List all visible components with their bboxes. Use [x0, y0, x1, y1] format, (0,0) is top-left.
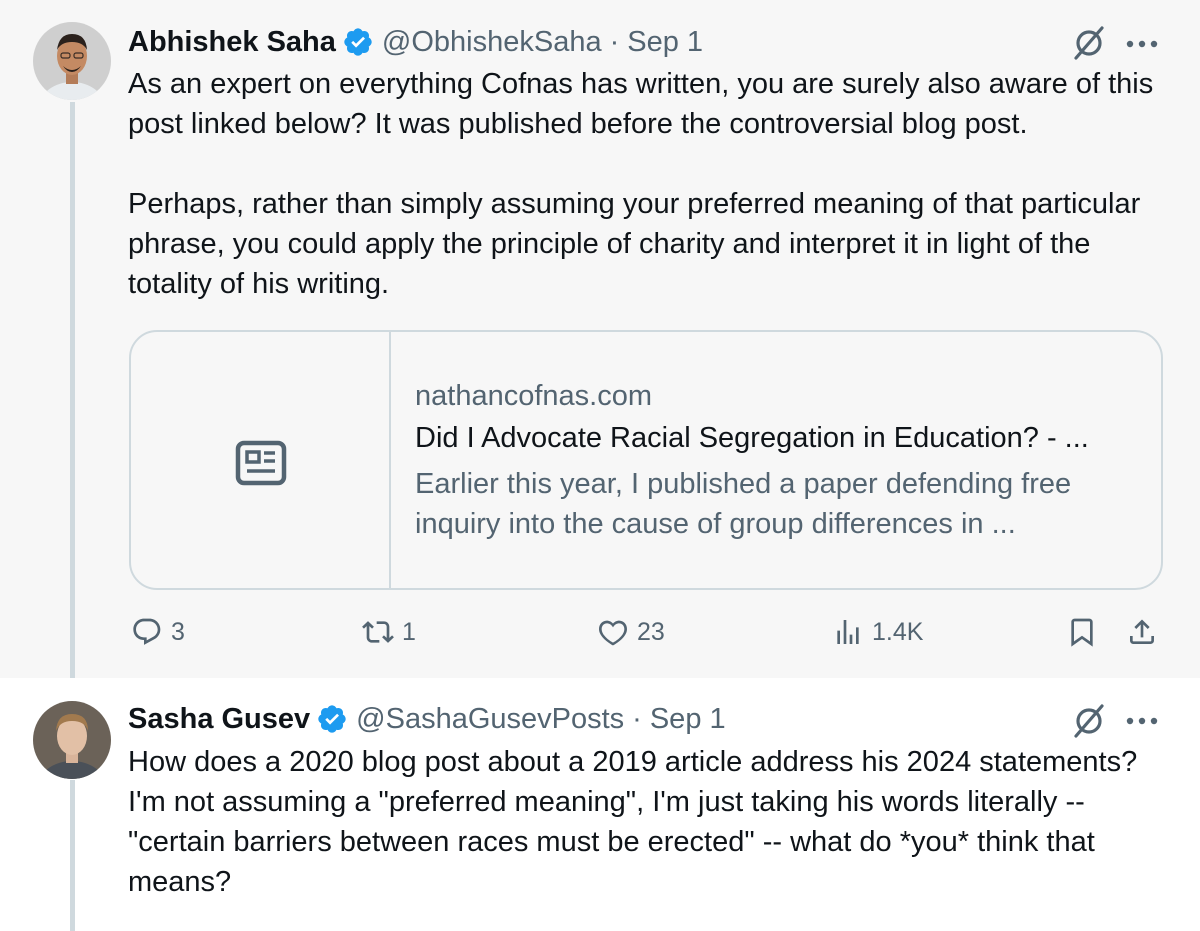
author-handle[interactable]: @ObhishekSaha — [382, 26, 602, 59]
tweet-paragraph: Perhaps, rather than simply assuming you… — [128, 188, 1141, 300]
link-card-thumbnail — [131, 332, 391, 588]
link-preview-card[interactable]: nathancofnas.com Did I Advocate Racial S… — [129, 330, 1163, 590]
separator-dot: · — [609, 25, 620, 58]
tweet-text: As an expert on everything Cofnas has wr… — [128, 64, 1178, 304]
reply-count: 3 — [171, 617, 185, 646]
link-card-title: Did I Advocate Racial Segregation in Edu… — [415, 422, 1089, 454]
repost-icon — [362, 621, 394, 643]
author-name[interactable]: Sasha Gusev — [128, 703, 310, 736]
grok-icon[interactable] — [1070, 702, 1108, 740]
like-button[interactable]: 23 — [597, 616, 665, 648]
repost-count: 1 — [402, 617, 416, 646]
share-icon — [1130, 619, 1154, 644]
bookmark-button[interactable] — [1066, 616, 1098, 648]
link-card-description: Earlier this year, I published a paper d… — [415, 468, 1072, 540]
bookmark-icon — [1071, 618, 1093, 647]
author-name[interactable]: Abhishek Saha — [128, 26, 336, 59]
tweet-actions: 3 1 23 1.4K — [0, 612, 1200, 656]
tweet-paragraph: As an expert on everything Cofnas has wr… — [128, 68, 1154, 140]
tweet-header: Abhishek Saha @ObhishekSaha · Sep 1 — [128, 22, 703, 62]
separator-dot: · — [632, 702, 642, 735]
avatar-abhishek-saha[interactable] — [33, 22, 111, 100]
repost-button[interactable]: 1 — [362, 616, 416, 648]
link-card-domain: nathancofnas.com — [415, 380, 652, 412]
article-icon — [235, 440, 287, 486]
views-count: 1.4K — [872, 617, 924, 646]
verified-badge-icon — [344, 28, 372, 56]
tweet-header: Sasha Gusev @SashaGusevPosts · Sep 1 — [128, 699, 726, 739]
avatar-sasha-gusev[interactable] — [33, 701, 111, 779]
share-button[interactable] — [1126, 616, 1158, 648]
verified-badge-icon — [318, 705, 346, 733]
tweet-1[interactable]: Abhishek Saha @ObhishekSaha · Sep 1 As a… — [0, 0, 1200, 678]
grok-icon[interactable] — [1070, 24, 1108, 62]
views-button[interactable]: 1.4K — [832, 616, 923, 648]
thread-line — [70, 780, 75, 931]
more-icon[interactable] — [1124, 716, 1160, 726]
author-handle[interactable]: @SashaGusevPosts — [356, 703, 624, 736]
views-icon — [837, 620, 859, 644]
tweet-date[interactable]: Sep 1 — [650, 703, 726, 736]
tweet-paragraph: How does a 2020 blog post about a 2019 a… — [128, 746, 1138, 898]
like-icon — [599, 620, 627, 646]
thread-line — [70, 102, 75, 678]
reply-button[interactable]: 3 — [131, 616, 185, 648]
more-icon[interactable] — [1124, 39, 1160, 49]
tweet-date[interactable]: Sep 1 — [627, 26, 703, 59]
like-count: 23 — [637, 617, 665, 646]
tweet-text: How does a 2020 blog post about a 2019 a… — [128, 742, 1178, 902]
reply-icon — [133, 618, 161, 645]
